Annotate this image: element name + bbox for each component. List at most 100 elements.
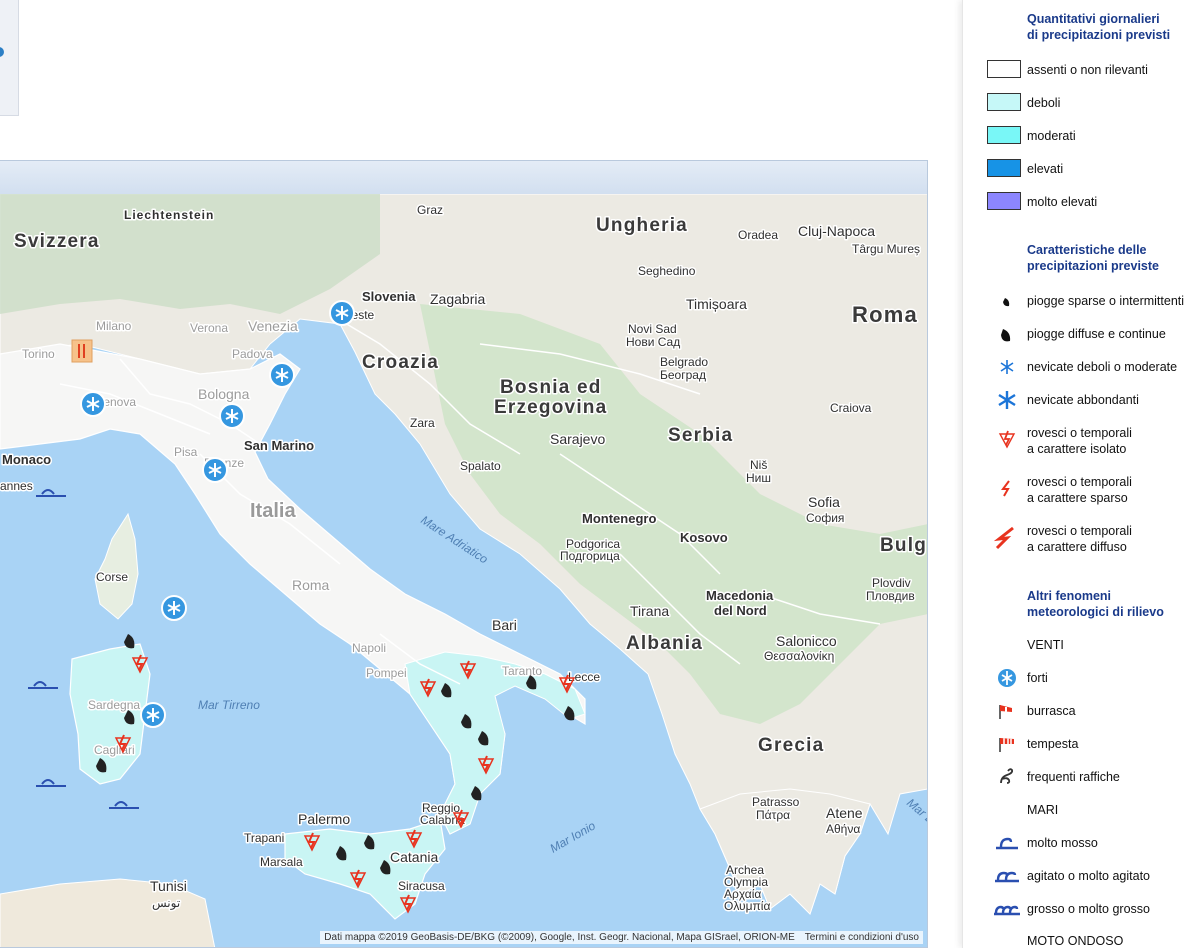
svg-text:Milano: Milano [96,319,132,333]
svg-text:Marsala: Marsala [260,855,303,869]
svg-text:Ολυμπία: Ολυμπία [724,899,770,913]
map-label-bulgaria: Bulg [880,535,927,556]
svg-text:Београд: Београд [660,368,706,382]
svg-text:Siracusa: Siracusa [398,879,445,893]
svg-text:Trapani: Trapani [244,831,284,845]
storm-diffuse-icon [993,526,1014,550]
legend-wind-3: frequenti raffiche [963,767,1200,787]
legend-char-0: piogge sparse o intermittenti [963,291,1200,311]
legend-heading-mari: MARI [1027,803,1059,817]
svg-text:Niš: Niš [750,458,767,472]
sea-label-tirreno: Mar Tirreno [198,698,260,712]
snowflake-large-icon [998,391,1016,409]
legend-amount-0: assenti o non rilevanti [963,60,1200,80]
map-frame[interactable]: Svizzera Liechtenstein Ungheria Roma Cro… [0,160,928,948]
svg-text:Bari: Bari [492,617,517,633]
wind-strong-icon [998,669,1016,687]
svg-text:Pompei: Pompei [366,666,407,680]
svg-text:Θεσσαλονίκη: Θεσσαλονίκη [764,649,834,663]
map-label-slovenia: Slovenia [362,289,416,304]
legend-char-4: rovesci o temporali a carattere isolato [963,423,1200,457]
svg-text:Novi Sad: Novi Sad [628,322,677,336]
map-label-albania: Albania [626,633,703,654]
map-label-grecia: Grecia [758,735,824,756]
info-dot-icon [0,47,4,57]
legend-heading-moto: MOTO ONDOSO [1027,934,1124,948]
svg-text:Tunisi: Tunisi [150,878,187,894]
map-header-bar [0,161,927,195]
legend-char-6: rovesci o temporali a carattere diffuso [963,521,1200,555]
svg-text:تونس: تونس [152,896,180,910]
svg-text:Sofia: Sofia [808,494,840,510]
svg-text:Zara: Zara [410,416,435,430]
legend-sea-1: agitato o molto agitato [963,866,1200,886]
legend-amount-3: elevati [963,159,1200,179]
svg-text:Πάτρα: Πάτρα [756,808,790,822]
svg-text:Graz: Graz [417,203,443,217]
storm-isolated-icon [998,430,1016,449]
svg-text:Подгорица: Подгорица [560,549,620,563]
swatch-molto-elevati [987,192,1021,210]
svg-text:Venezia: Venezia [248,318,298,334]
legend-wind-0: forti [963,668,1200,688]
svg-text:Zagabria: Zagabria [430,291,485,307]
svg-text:Timișoara: Timișoara [686,296,747,312]
svg-text:Verona: Verona [190,321,228,335]
weather-map[interactable]: Svizzera Liechtenstein Ungheria Roma Cro… [0,194,928,948]
legend-char-2: nevicate deboli o moderate [963,357,1200,377]
snowflake-small-icon [1000,360,1014,374]
map-label-monaco: Monaco [2,452,51,467]
warning-marker [71,339,93,363]
legend-panel: Quantitativi giornalieri di precipitazion… [962,0,1200,948]
windsock-storm-icon [999,738,1014,752]
svg-text:Padova: Padova [232,347,273,361]
svg-text:Cagliari: Cagliari [94,743,135,757]
svg-text:Taranto: Taranto [502,664,542,678]
svg-text:Sarajevo: Sarajevo [550,431,605,447]
legend-char-3: nevicate abbondanti [963,390,1200,410]
map-label-serbia: Serbia [668,425,733,446]
svg-text:Roma: Roma [292,577,330,593]
legend-amount-4: molto elevati [963,192,1200,212]
map-label-bosnia2: Erzegovina [494,397,607,418]
svg-text:Belgrado: Belgrado [660,355,708,369]
legend-amount-1: deboli [963,93,1200,113]
storm-scattered-icon [1001,480,1010,497]
terms-link[interactable]: Termini e condizioni d'uso [805,932,919,943]
swatch-moderati [987,126,1021,144]
drop-large-icon [1001,329,1011,342]
legend-wind-2: tempesta [963,734,1200,754]
windsock-gale-icon [999,705,1012,719]
legend-sea-2: grosso o molto grosso [963,899,1200,919]
map-label-liechtenstein: Liechtenstein [124,208,214,222]
legend-char-5: rovesci o temporali a carattere sparso [963,472,1200,506]
svg-text:Patrasso: Patrasso [752,795,800,809]
svg-text:Bologna: Bologna [198,386,250,402]
legend-sea-0: molto mosso [963,833,1200,853]
svg-text:Atene: Atene [826,805,863,821]
svg-text:Oradea: Oradea [738,228,778,242]
map-label-svizzera: Svizzera [14,231,100,252]
svg-text:Sardegna: Sardegna [88,698,140,712]
svg-text:Târgu Mureș: Târgu Mureș [852,242,920,256]
legend-title-amounts: Quantitativi giornalieri di precipitazion… [1027,12,1171,42]
top-left-panel [0,0,19,116]
svg-text:Pisa: Pisa [174,445,198,459]
swatch-deboli [987,93,1021,111]
map-label-macedonia1: Macedonia [706,588,774,603]
svg-text:Tirana: Tirana [630,603,669,619]
svg-text:Ниш: Ниш [746,471,771,485]
svg-text:Corse: Corse [96,570,128,584]
legend-title-characteristics: Caratteristiche delle precipitazioni prev… [1027,243,1159,273]
legend-wind-1: burrasca [963,701,1200,721]
svg-text:Spalato: Spalato [460,459,501,473]
map-label-bosnia1: Bosnia ed [500,377,602,398]
svg-text:София: София [806,511,844,525]
gust-icon [1000,768,1014,784]
swatch-absent [987,60,1021,78]
map-label-macedonia2: del Nord [714,603,767,618]
drop-small-icon [1003,298,1010,307]
swatch-elevati [987,159,1021,177]
map-label-san-marino: San Marino [244,438,314,453]
map-label-romania: Roma [852,302,918,327]
